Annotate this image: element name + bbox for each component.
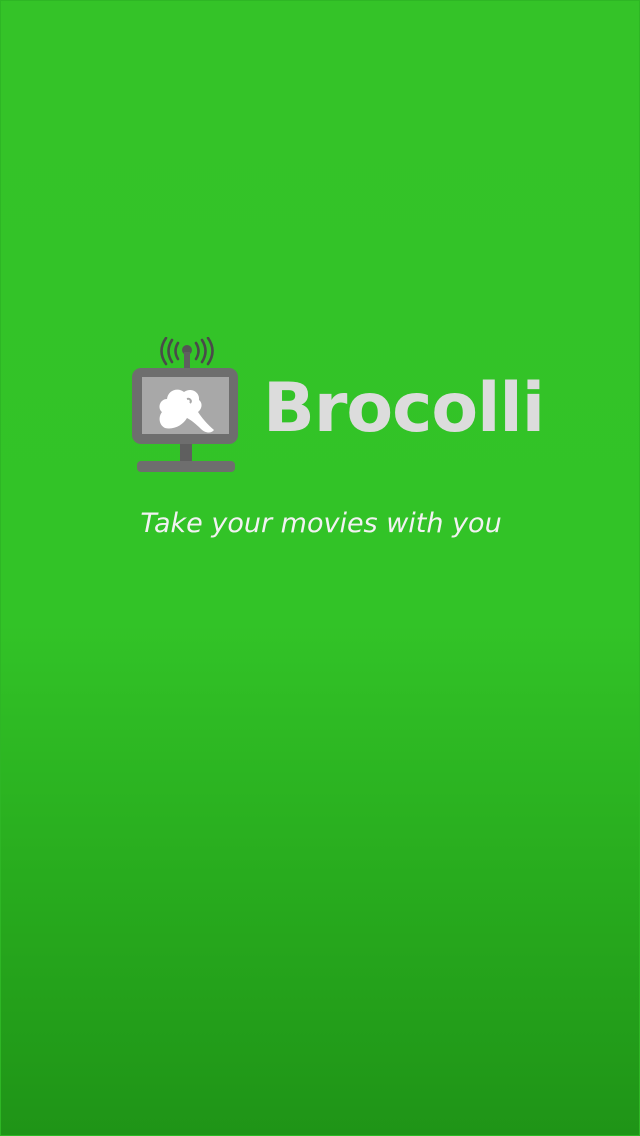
app-name: Brocolli bbox=[263, 369, 545, 448]
brand-lockup: Brocolli bbox=[132, 337, 545, 475]
tv-broadcast-broccoli-icon bbox=[132, 337, 242, 475]
tagline: Take your movies with you bbox=[140, 508, 502, 539]
splash-screen: Brocolli Take your movies with you bbox=[0, 0, 640, 1136]
